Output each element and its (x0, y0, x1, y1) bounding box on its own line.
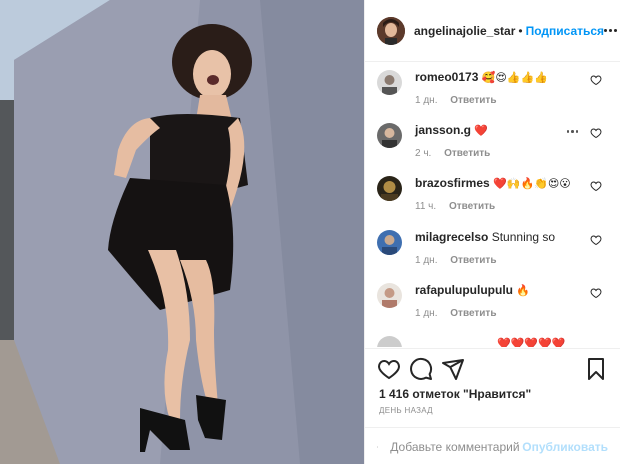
commenter-avatar[interactable] (377, 123, 402, 148)
comment-text: Stunning so (492, 230, 555, 244)
comment-meta: 1 дн. Ответить (415, 255, 506, 266)
comment-body: jansson.g ❤️ (415, 122, 578, 139)
comment-body: ❤️❤️❤️❤️❤️ (497, 335, 578, 347)
comment-time[interactable]: 1 дн. (415, 255, 437, 266)
more-options-icon[interactable] (604, 29, 617, 32)
like-comment-heart-icon[interactable] (590, 180, 602, 192)
comment-time[interactable]: 1 дн. (415, 308, 437, 319)
reply-button[interactable]: Ответить (450, 95, 496, 106)
post-image (0, 0, 364, 464)
separator-dot: • (518, 24, 522, 38)
comment-item: milagrecelso Stunning so 1 дн. Ответить (377, 222, 608, 274)
comment-meta: 1 дн. Ответить (415, 95, 506, 106)
comment-input[interactable] (388, 439, 522, 455)
reply-button[interactable]: Ответить (450, 308, 496, 319)
author-username[interactable]: angelinajolie_star (414, 24, 515, 38)
commenter-username[interactable]: rafapulupulupulu (415, 283, 513, 297)
author-avatar[interactable] (377, 17, 405, 45)
comment-body: brazosfirmes ❤️🙌🔥👏😍😮 (415, 175, 578, 192)
comment-item-partial: ❤️❤️❤️❤️❤️ (377, 328, 608, 347)
post-sidebar: angelinajolie_star • Подписаться romeo01… (364, 0, 620, 464)
commenter-avatar[interactable] (377, 70, 402, 95)
comment-bubble-icon[interactable] (409, 357, 433, 381)
commenter-avatar[interactable] (377, 336, 402, 347)
comment-text: ❤️ (474, 125, 488, 137)
reply-button[interactable]: Ответить (450, 255, 496, 266)
like-comment-heart-icon[interactable] (590, 127, 602, 139)
likes-count[interactable]: 1 416 отметок "Нравится" (379, 387, 531, 401)
comment-body: romeo0173 🥰😍👍👍👍 (415, 69, 578, 86)
action-bar (377, 357, 608, 383)
share-plane-icon[interactable] (441, 357, 465, 381)
instagram-post: angelinajolie_star • Подписаться romeo01… (0, 0, 620, 464)
comments-list[interactable]: romeo0173 🥰😍👍👍👍 1 дн. Ответить jansson.g… (365, 62, 620, 347)
like-comment-heart-icon[interactable] (590, 234, 602, 246)
reply-button[interactable]: Ответить (444, 148, 490, 159)
add-comment-bar: Опубликовать (365, 427, 620, 465)
save-bookmark-icon[interactable] (584, 357, 608, 381)
commenter-username[interactable]: jansson.g (415, 123, 471, 137)
comment-time[interactable]: 11 ч. (415, 201, 436, 212)
publish-button[interactable]: Опубликовать (522, 440, 608, 454)
comment-text: 🥰😍👍👍👍 (482, 72, 548, 84)
post-actions: 1 416 отметок "Нравится" ДЕНЬ НАЗАД Опуб… (365, 348, 620, 465)
commenter-avatar[interactable] (377, 176, 402, 201)
like-heart-icon[interactable] (377, 357, 401, 381)
comment-item: jansson.g ❤️ 2 ч. Ответить (377, 115, 608, 167)
comment-item: romeo0173 🥰😍👍👍👍 1 дн. Ответить (377, 62, 608, 114)
commenter-avatar[interactable] (377, 283, 402, 308)
comment-meta: 2 ч. Ответить (415, 148, 500, 159)
commenter-avatar[interactable] (377, 230, 402, 255)
commenter-username[interactable]: brazosfirmes (415, 176, 490, 190)
comment-text: 🔥 (516, 285, 530, 297)
post-photo[interactable] (0, 0, 364, 464)
comment-meta: 11 ч. Ответить (415, 201, 505, 212)
commenter-username[interactable]: milagrecelso (415, 230, 488, 244)
comment-options-icon[interactable] (567, 130, 579, 133)
reply-button[interactable]: Ответить (449, 201, 495, 212)
comment-time[interactable]: 2 ч. (415, 148, 431, 159)
comment-text: ❤️🙌🔥👏😍😮 (493, 178, 571, 190)
comment-item: rafapulupulupulu 🔥 1 дн. Ответить (377, 275, 608, 327)
comment-body: milagrecelso Stunning so (415, 229, 578, 245)
like-comment-heart-icon[interactable] (590, 74, 602, 86)
post-header: angelinajolie_star • Подписаться (365, 0, 620, 62)
comment-body: rafapulupulupulu 🔥 (415, 282, 578, 299)
comment-item: brazosfirmes ❤️🙌🔥👏😍😮 11 ч. Ответить (377, 168, 608, 220)
like-comment-heart-icon[interactable] (590, 287, 602, 299)
follow-button[interactable]: Подписаться (526, 24, 604, 38)
post-time[interactable]: ДЕНЬ НАЗАД (379, 406, 433, 415)
comment-time[interactable]: 1 дн. (415, 95, 437, 106)
commenter-username[interactable]: romeo0173 (415, 70, 478, 84)
comment-meta: 1 дн. Ответить (415, 308, 506, 319)
comment-text: ❤️❤️❤️❤️❤️ (497, 338, 565, 347)
emoji-smiley-icon[interactable] (377, 437, 378, 457)
